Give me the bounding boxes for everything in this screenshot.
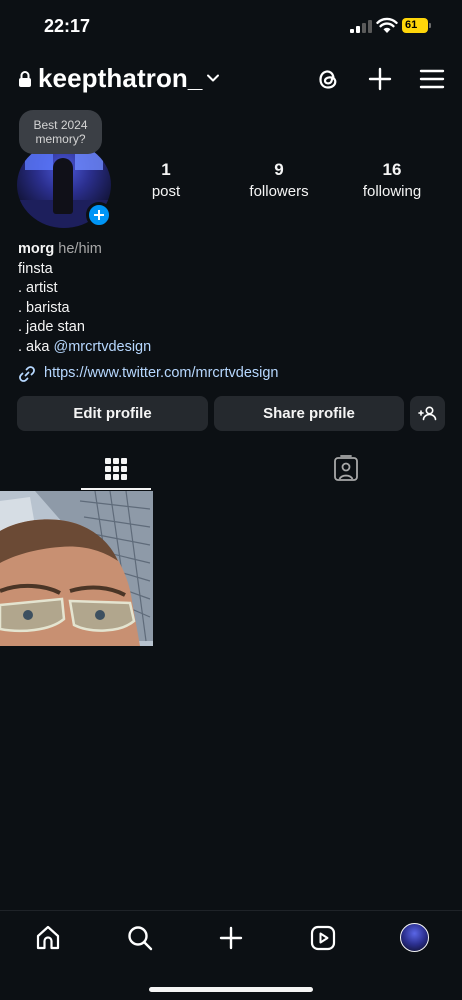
pronouns: he/him [58, 241, 102, 257]
add-person-icon [418, 406, 437, 421]
bio-line: . jade stan [18, 319, 85, 335]
edit-profile-button[interactable]: Edit profile [17, 396, 208, 431]
battery-level: 61 [402, 18, 428, 33]
threads-icon[interactable] [313, 64, 343, 94]
following-count-value: 16 [382, 160, 402, 179]
home-icon[interactable] [33, 923, 63, 953]
external-link-text[interactable]: https://www.twitter.com/mrcrtvdesign [44, 365, 278, 381]
discover-people-button[interactable] [410, 396, 445, 431]
cellular-signal-icon [350, 20, 372, 33]
profile-avatar[interactable] [400, 923, 429, 952]
reels-icon[interactable] [308, 923, 338, 953]
selfie-photo [0, 491, 153, 646]
tab-tagged[interactable] [311, 450, 381, 490]
profile-header: keepthatron_ [0, 58, 462, 102]
following-count[interactable]: 16 following [342, 160, 442, 200]
posts-count-label: post [151, 183, 181, 200]
aka-prefix: . aka [18, 338, 54, 355]
lock-icon [19, 71, 31, 87]
plus-icon[interactable] [365, 64, 395, 94]
tagged-icon [334, 455, 358, 481]
profile-bio: morg he/him finsta . artist . barista . … [18, 240, 438, 357]
bio-line: finsta [18, 260, 53, 277]
battery-icon: 61 [402, 18, 432, 33]
wifi-icon [376, 17, 398, 33]
bottom-nav [0, 910, 462, 1000]
status-time: 22:17 [44, 16, 91, 36]
add-story-button[interactable] [86, 202, 112, 228]
home-indicator [149, 987, 313, 992]
post-thumbnail[interactable] [0, 491, 153, 646]
followers-count-label: followers [249, 183, 309, 200]
memory-note-bubble[interactable]: Best 2024 memory? [19, 110, 102, 154]
username-title[interactable]: keepthatron_ [38, 63, 202, 94]
followers-count-value: 9 [274, 160, 284, 179]
posts-count[interactable]: 1 post [116, 160, 216, 200]
mention-link[interactable]: @mrcrtvdesign [53, 339, 151, 355]
bio-line: . artist [18, 280, 58, 296]
bio-line: . barista [18, 299, 70, 316]
display-name: morg [18, 241, 55, 257]
create-icon[interactable] [216, 923, 246, 953]
chevron-down-icon[interactable] [205, 70, 221, 86]
status-bar: 22:17 61 [0, 0, 462, 52]
following-count-label: following [362, 183, 422, 200]
tab-posts-grid[interactable] [81, 450, 151, 490]
share-profile-button[interactable]: Share profile [214, 396, 404, 431]
search-icon[interactable] [125, 923, 155, 953]
bio-line-aka: . aka @mrcrtvdesign [18, 338, 438, 358]
active-tab-indicator [81, 488, 151, 490]
posts-count-value: 1 [161, 160, 171, 179]
link-icon [19, 366, 35, 382]
menu-icon[interactable] [417, 64, 447, 94]
followers-count[interactable]: 9 followers [229, 160, 329, 200]
grid-icon [105, 458, 127, 480]
